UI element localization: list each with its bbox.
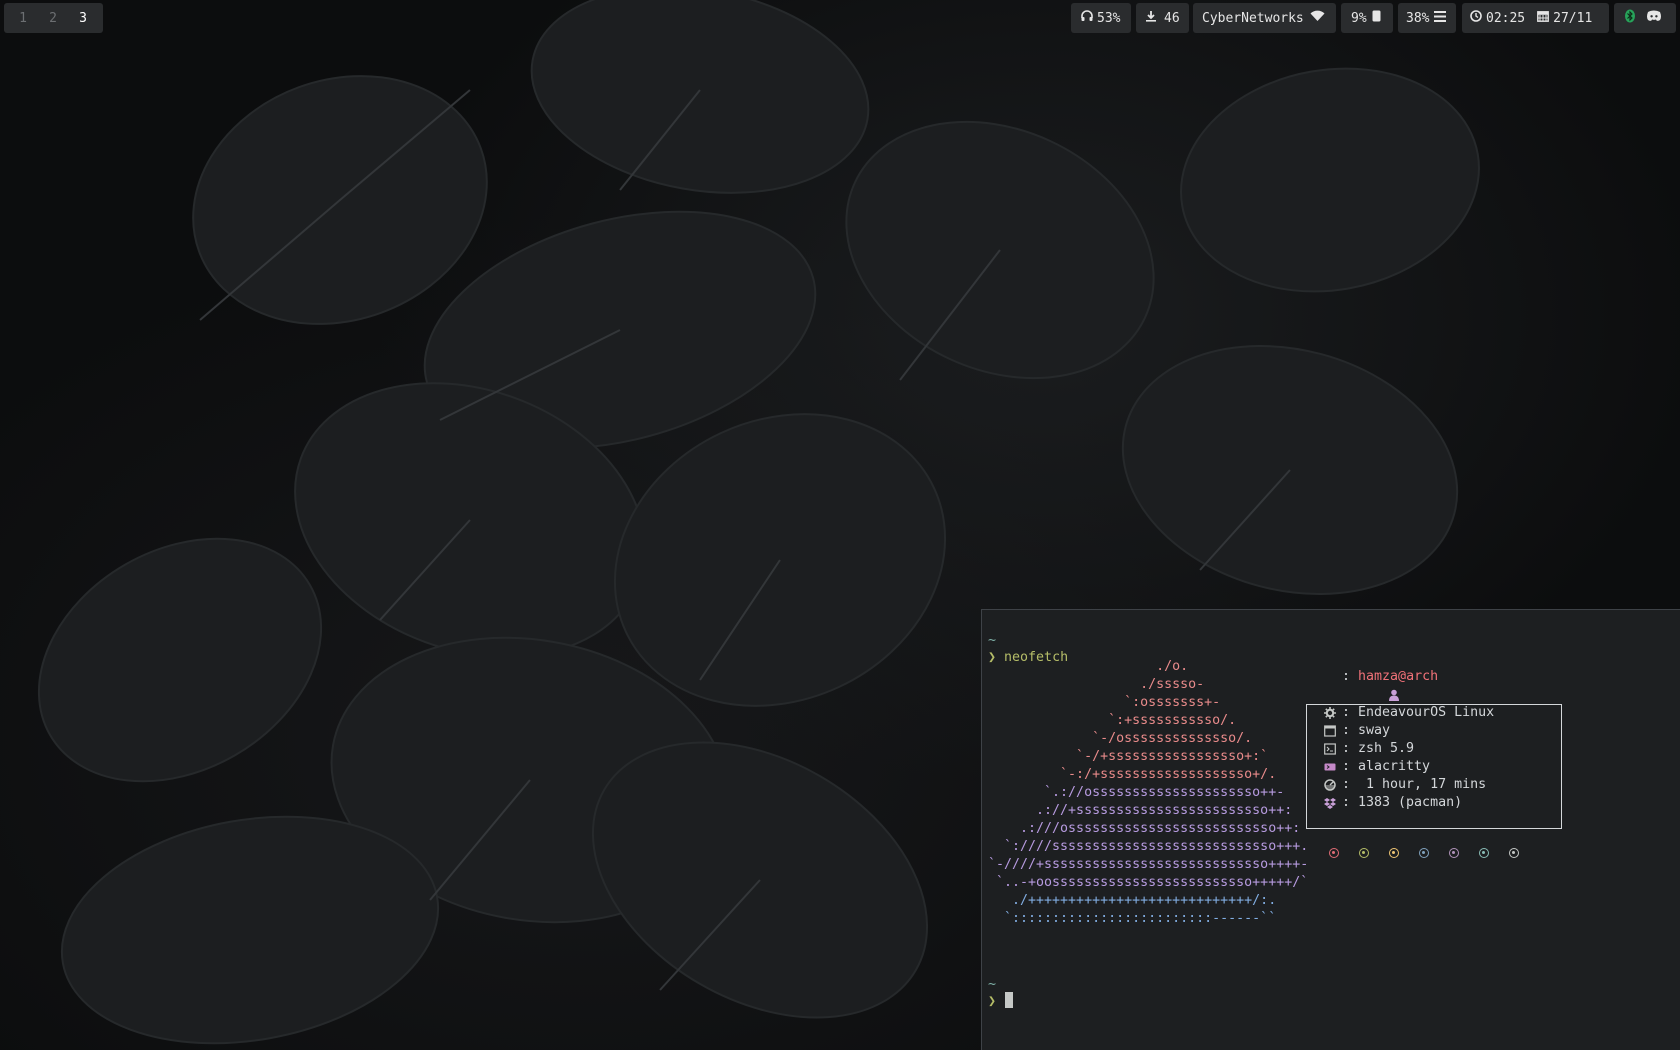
clock-time: 02:25 [1486, 10, 1526, 26]
logo-line: `..-+oosssssssssssssssssssssssso+++++/` [988, 875, 1309, 890]
calendar-icon [1537, 10, 1550, 26]
memory-value: 38% [1406, 10, 1430, 26]
info-row: : zsh 5.9 [1319, 740, 1494, 758]
status-bar: 123 53% 46 CyberNetworks 9% 38% 02:25 27… [0, 0, 1680, 36]
workspace-3[interactable]: 3 [68, 11, 98, 26]
logo-line: `:::::::::::::::::::::::::------`` [988, 911, 1277, 926]
updates-count: 46 [1164, 10, 1180, 26]
bluetooth-icon[interactable] [1624, 9, 1636, 27]
color-palette [1329, 848, 1539, 858]
terminal-icon [1324, 743, 1336, 755]
workspace-switcher: 123 [4, 3, 103, 33]
memory-module[interactable]: 38% [1398, 3, 1456, 33]
logo-line: ./o. [988, 659, 1189, 674]
info-value: 1 hour, 17 mins [1358, 777, 1487, 792]
system-tray [1614, 3, 1676, 33]
logo-line: `:osssssss+- [988, 695, 1221, 710]
date-value: 27/11 [1553, 10, 1593, 26]
logo-line: `-/+sssssssssssssssso+:` [988, 749, 1269, 764]
uptime-icon [1324, 779, 1336, 791]
discord-icon[interactable] [1646, 10, 1662, 26]
info-row: : sway [1319, 722, 1494, 740]
gear-icon [1324, 707, 1336, 719]
clock-icon [1470, 10, 1482, 26]
info-value: 1383 (pacman) [1358, 795, 1463, 810]
window-icon [1324, 725, 1336, 737]
logo-line: `-:/+sssssssssssssssssso+/. [988, 767, 1277, 782]
at-sign: @ [1398, 669, 1407, 684]
logo-line: `-/ossssssssssssso/. [988, 731, 1253, 746]
logo-line: ./sssso- [988, 677, 1205, 692]
network-ssid: CyberNetworks [1202, 10, 1304, 26]
cpu-value: 9% [1351, 10, 1367, 26]
palette-swatch [1329, 848, 1339, 858]
info-value: sway [1358, 723, 1391, 738]
user-icon [1324, 671, 1400, 701]
palette-swatch [1509, 848, 1519, 858]
text-cursor [1005, 992, 1014, 1008]
palette-swatch [1449, 848, 1459, 858]
system-info: : hamza @ arch : EndeavourOS Linux: sway: … [1306, 668, 1574, 858]
logo-line: `-////+ssssssssssssssssssssssssssso++++- [988, 857, 1309, 872]
info-row: : 1 hour, 17 mins [1319, 776, 1494, 794]
active-prompt[interactable]: ❯ [988, 992, 1014, 1011]
cpu-module[interactable]: 9% [1341, 3, 1393, 33]
username: hamza [1358, 669, 1399, 684]
palette-swatch [1419, 848, 1429, 858]
hostname: arch [1406, 669, 1439, 684]
info-value: zsh 5.9 [1358, 741, 1415, 756]
ascii-logo: ./o. ./sssso- `:osssssss+- `:+ssssssssss… [988, 658, 1308, 928]
palette-swatch [1359, 848, 1369, 858]
info-row: : alacritty [1319, 758, 1494, 776]
network-module[interactable]: CyberNetworks [1193, 3, 1336, 33]
updates-module[interactable]: 46 [1136, 3, 1189, 33]
info-row: : 1383 (pacman) [1319, 794, 1494, 812]
workspace-1[interactable]: 1 [8, 11, 38, 26]
volume-module[interactable]: 53% [1071, 3, 1131, 33]
palette-swatch [1389, 848, 1399, 858]
logo-line: `:+sssssssssso/. [988, 713, 1237, 728]
clock-module[interactable]: 02:25 27/11 [1462, 3, 1609, 33]
volume-value: 53% [1097, 10, 1121, 26]
logo-line: `.://osssssssssssssssssssso++- [988, 785, 1285, 800]
info-row: : EndeavourOS Linux [1319, 704, 1494, 722]
download-icon [1145, 10, 1157, 26]
logo-line: ./++++++++++++++++++++++++++++/:. [988, 893, 1277, 908]
logo-line: `:////ssssssssssssssssssssssssssso+++. [988, 839, 1309, 854]
logo-line: .:///ossssssssssssssssssssssssso++: [988, 821, 1301, 836]
prompt-directory: ~ [988, 633, 997, 648]
app-icon [1324, 761, 1336, 773]
wifi-icon [1310, 10, 1325, 26]
workspace-2[interactable]: 2 [38, 11, 68, 26]
package-icon [1324, 797, 1336, 809]
cpu-icon [1372, 10, 1381, 26]
logo-line: .://+ssssssssssssssssssssssso++: [988, 803, 1293, 818]
menu-icon [1434, 10, 1447, 26]
palette-swatch [1479, 848, 1489, 858]
terminal-window[interactable]: ~ ❯ neofetch ./o. ./sssso- `:osssssss+- … [981, 609, 1680, 1050]
headphones-icon [1081, 10, 1093, 26]
info-value: EndeavourOS Linux [1358, 705, 1495, 720]
info-value: alacritty [1358, 759, 1431, 774]
user-host-row: : hamza @ arch [1319, 668, 1574, 701]
